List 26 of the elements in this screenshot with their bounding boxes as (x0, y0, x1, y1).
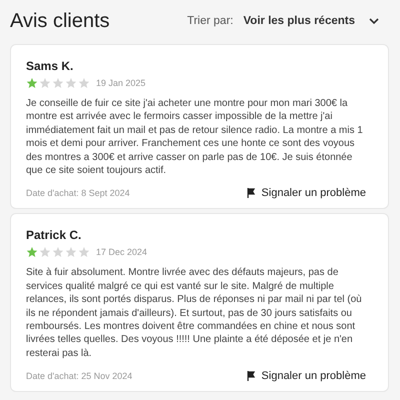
star-icon (52, 246, 64, 258)
purchase-date: Date d'achat: 25 Nov 2024 (26, 371, 132, 382)
review-date: 19 Jan 2025 (96, 78, 146, 88)
star-icon (52, 77, 64, 89)
star-icon (78, 246, 90, 258)
star-icon (65, 246, 77, 258)
sort-dropdown[interactable]: Voir les plus récents (243, 15, 379, 27)
star-icon (39, 246, 51, 258)
star-icon (78, 77, 90, 89)
review-date: 17 Dec 2024 (96, 247, 148, 258)
page-title: Avis clients (10, 10, 110, 32)
chevron-down-icon (369, 18, 379, 24)
reviewer-name: Sams K. (26, 59, 74, 73)
star-icon (26, 77, 38, 89)
reviewer-name: Patrick C. (26, 228, 82, 242)
flag-icon (247, 371, 256, 382)
purchase-date: Date d'achat: 8 Sept 2024 (26, 188, 130, 198)
review-text: Je conseille de fuir ce site j'ai acheter une montre pour mon mari 300€ la montre est arrivée avec le fermoirs casser impossible de la mettre j'ai immédiatement fait un mail et pas de retour silence radio. La montre a mis 1 mois et demi pour arriver. Franchement ces une honte ce sont des voyous des montres a 300€ et arrive casser on parle pas de 10€. Je suis étonnée que ce site soient toujours actif. (26, 97, 364, 178)
flag-icon (247, 188, 256, 198)
star-icon (39, 77, 51, 89)
report-button[interactable]: Signaler un problème (247, 370, 366, 382)
star-icon (26, 246, 38, 258)
star-icon (65, 77, 77, 89)
sort-label: Trier par: (187, 15, 234, 27)
review-text: Site à fuir absolument. Montre livrée avec des défauts majeurs, pas de services qualité malgré ce qui est vanté sur le site. Malgré de multiple relances, ils sont portés disparus. Plus de réponses ni par mail ni par tel (où ils ne répondent jamais d'ailleurs). Et surtout, pas de 30 jours satisfaits ou remboursés. Les montres doivent être commandées en chine et nous sont livrées telles quelles. Des voyous !!!!! Une plainte a été déposée et je n'en resterai pas là. (26, 266, 363, 360)
report-button[interactable]: Signaler un problème (247, 187, 366, 200)
